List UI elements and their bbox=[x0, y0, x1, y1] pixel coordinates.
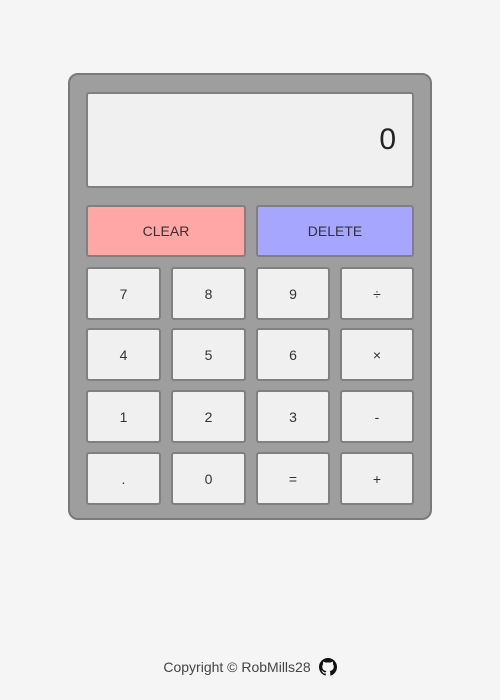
footer: Copyright © RobMills28 bbox=[0, 655, 500, 679]
divide-button[interactable]: ÷ bbox=[340, 267, 414, 320]
digit-9-button[interactable]: 9 bbox=[256, 267, 330, 320]
delete-button[interactable]: DELETE bbox=[256, 205, 414, 257]
digit-7-button[interactable]: 7 bbox=[86, 267, 161, 320]
github-icon[interactable] bbox=[318, 658, 337, 676]
digit-0-button[interactable]: 0 bbox=[171, 452, 246, 505]
add-button[interactable]: + bbox=[340, 452, 414, 505]
calculator-display: 0 bbox=[86, 92, 414, 188]
digit-5-button[interactable]: 5 bbox=[171, 328, 246, 381]
digit-8-button[interactable]: 8 bbox=[171, 267, 246, 320]
digit-2-button[interactable]: 2 bbox=[171, 390, 246, 443]
multiply-button[interactable]: × bbox=[340, 328, 414, 381]
digit-6-button[interactable]: 6 bbox=[256, 328, 330, 381]
copyright-text: Copyright © RobMills28 bbox=[163, 659, 311, 675]
subtract-button[interactable]: - bbox=[340, 390, 414, 443]
clear-button[interactable]: CLEAR bbox=[86, 205, 246, 257]
digit-1-button[interactable]: 1 bbox=[86, 390, 161, 443]
digit-3-button[interactable]: 3 bbox=[256, 390, 330, 443]
display-value: 0 bbox=[379, 123, 396, 156]
equals-button[interactable]: = bbox=[256, 452, 330, 505]
calculator: 0 CLEAR DELETE 7 8 9 ÷ 4 5 6 × 1 2 3 - .… bbox=[68, 73, 432, 520]
digit-4-button[interactable]: 4 bbox=[86, 328, 161, 381]
decimal-button[interactable]: . bbox=[86, 452, 161, 505]
